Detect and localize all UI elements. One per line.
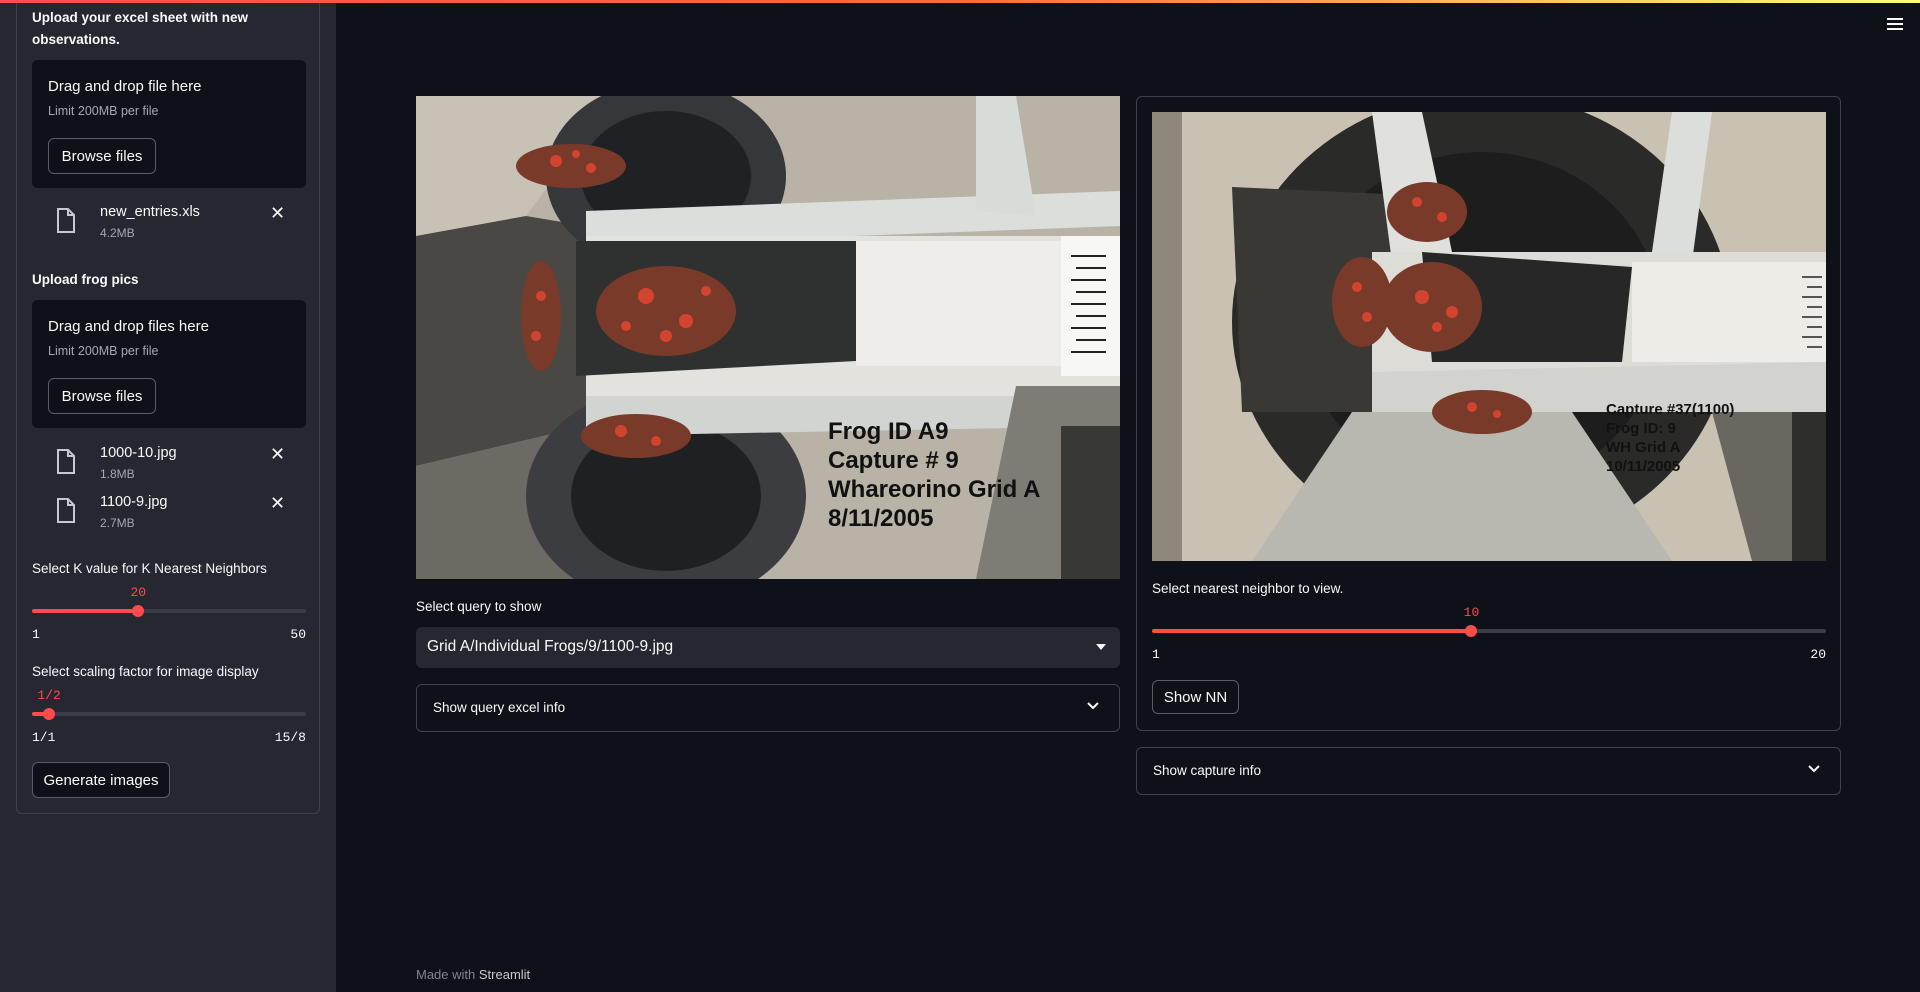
neighbor-slider[interactable]: 10 1 20 <box>1152 605 1826 662</box>
k-slider[interactable]: 20 1 50 <box>32 585 306 642</box>
slider-min: 1/1 <box>32 730 56 745</box>
query-select[interactable]: Grid A/Individual Frogs/9/1100-9.jpg <box>416 627 1120 668</box>
query-image-caption-line: Frog ID A9 <box>828 418 948 445</box>
file-icon <box>57 498 75 523</box>
dropzone-limit: Limit 200MB per file <box>48 344 159 358</box>
query-excel-expander[interactable]: Show query excel info <box>416 684 1120 732</box>
remove-file-icon[interactable]: ✕ <box>270 494 285 512</box>
file-size: 2.7MB <box>100 516 135 530</box>
slider-thumb[interactable] <box>43 708 56 720</box>
excel-dropzone[interactable]: Drag and drop file here Limit 200MB per … <box>32 60 306 188</box>
remove-file-icon[interactable]: ✕ <box>270 445 285 463</box>
select-value: Grid A/Individual Frogs/9/1100-9.jpg <box>427 638 674 655</box>
capture-info-expander[interactable]: Show capture info <box>1136 747 1841 795</box>
top-decoration-bar <box>0 0 1920 3</box>
neighbor-slider-label: Select nearest neighbor to view. <box>1152 581 1344 596</box>
show-nn-button[interactable]: Show NN <box>1152 680 1239 714</box>
slider-value: 1/2 <box>37 688 61 703</box>
file-name: 1000-10.jpg <box>100 445 177 461</box>
expander-label: Show query excel info <box>433 700 566 715</box>
neighbor-image-caption-line: Capture #37(1100) <box>1606 401 1734 418</box>
dropzone-limit: Limit 200MB per file <box>48 104 159 118</box>
slider-thumb[interactable] <box>132 605 145 617</box>
neighbor-image-caption-line: Frog ID: 9 <box>1606 420 1676 437</box>
pics-upload-label: Upload frog pics <box>32 272 139 287</box>
query-image-caption-line: 8/11/2005 <box>828 505 933 532</box>
slider-max: 20 <box>1810 647 1826 662</box>
file-size: 1.8MB <box>100 467 135 481</box>
sidebar: Upload your excel sheet with new observa… <box>0 0 336 992</box>
scale-slider-label: Select scaling factor for image display <box>32 664 259 679</box>
chevron-down-icon <box>1087 702 1099 710</box>
slider-min: 1 <box>32 627 40 642</box>
query-image-caption-line: Whareorino Grid A <box>828 476 1040 503</box>
slider-max: 15/8 <box>274 730 306 745</box>
slider-min: 1 <box>1152 647 1160 662</box>
slider-thumb[interactable] <box>1465 625 1478 637</box>
excel-upload-label: Upload your excel sheet with new observa… <box>32 10 249 47</box>
file-icon <box>57 449 75 474</box>
query-image-caption-line: Capture # 9 <box>828 447 959 474</box>
footer: Made with Streamlit <box>416 967 530 982</box>
slider-max: 50 <box>290 627 306 642</box>
uploaded-file-row: new_entries.xls 4.2MB ✕ <box>52 202 292 246</box>
pics-browse-button[interactable]: Browse files <box>48 378 156 414</box>
neighbor-image: Capture #37(1100) Frog ID: 9 WH Grid A 1… <box>1152 112 1826 561</box>
file-name: new_entries.xls <box>100 204 200 220</box>
file-name: 1100-9.jpg <box>100 494 168 510</box>
main-menu-icon[interactable] <box>1887 18 1903 32</box>
slider-track[interactable] <box>32 712 306 716</box>
uploaded-file-row: 1000-10.jpg 1.8MB ✕ <box>52 443 292 487</box>
file-size: 4.2MB <box>100 226 135 240</box>
slider-value: 10 <box>1463 605 1480 620</box>
neighbor-image-caption-line: WH Grid A <box>1606 439 1681 456</box>
pics-dropzone[interactable]: Drag and drop files here Limit 200MB per… <box>32 300 306 428</box>
query-image: Frog ID A9 Capture # 9 Whareorino Grid A… <box>416 96 1120 579</box>
query-select-label: Select query to show <box>416 599 542 614</box>
neighbor-image-caption-line: 10/11/2005 <box>1606 458 1680 475</box>
excel-browse-button[interactable]: Browse files <box>48 138 156 174</box>
slider-fill <box>1152 629 1472 633</box>
caret-down-icon <box>1096 644 1106 650</box>
file-icon <box>57 208 75 233</box>
uploaded-file-row: 1100-9.jpg 2.7MB ✕ <box>52 492 292 536</box>
scale-slider[interactable]: 1/2 1/1 15/8 <box>32 688 306 745</box>
chevron-down-icon <box>1808 765 1820 773</box>
dropzone-title: Drag and drop file here <box>48 78 202 95</box>
generate-images-button[interactable]: Generate images <box>32 762 170 798</box>
remove-file-icon[interactable]: ✕ <box>270 204 285 222</box>
k-slider-label: Select K value for K Nearest Neighbors <box>32 561 267 576</box>
slider-value: 20 <box>130 585 147 600</box>
footer-prefix: Made with <box>416 967 476 982</box>
dropzone-title: Drag and drop files here <box>48 318 209 335</box>
expander-label: Show capture info <box>1153 763 1262 778</box>
streamlit-link[interactable]: Streamlit <box>479 967 530 982</box>
slider-fill <box>32 609 139 613</box>
